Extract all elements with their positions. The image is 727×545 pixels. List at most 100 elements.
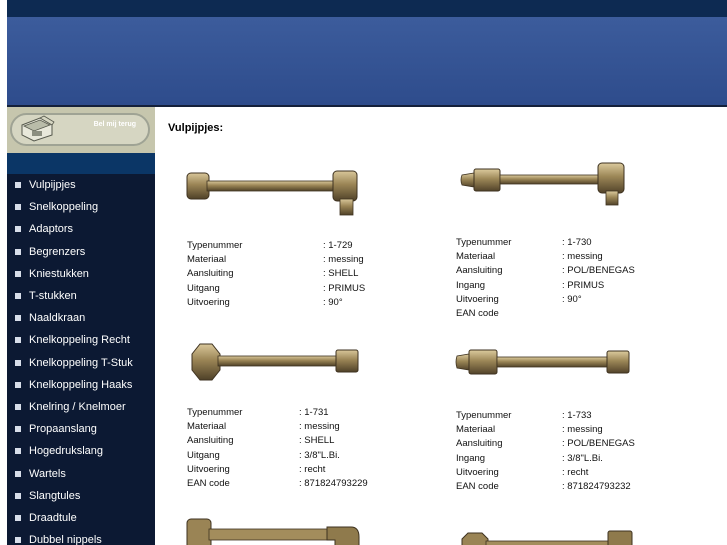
spec-row: Uitvoering: recht	[456, 466, 635, 480]
sidebar-item-naaldkraan[interactable]: Naaldkraan	[7, 307, 155, 329]
product-image-1-733[interactable]	[455, 344, 635, 380]
spec-row: Typenummer : 1-733	[456, 409, 635, 423]
spec-key: Ingang	[456, 279, 486, 291]
spec-value: : 1-731	[299, 407, 329, 418]
sidebar-item-label[interactable]: Knelring / Knelmoer	[29, 401, 126, 413]
product-specs-1-733: Typenummer : 1-733 Materiaal: messing Aan…	[456, 409, 635, 494]
spec-row: Materiaal: messing	[187, 253, 365, 267]
sidebar-item-label[interactable]: Knelkoppeling Recht	[29, 334, 130, 346]
product-image-next-left[interactable]	[185, 513, 365, 545]
spec-row: Typenummer: 1-730	[456, 236, 635, 250]
bullet-icon	[15, 470, 21, 477]
spec-key: Uitvoering	[456, 293, 499, 305]
sidebar-item-slangtules[interactable]: Slangtules	[7, 485, 155, 507]
main-content: Vulpijpjes: Typenummer: 1-729 Materiaal:…	[155, 107, 727, 545]
sidebar-item-label[interactable]: Vulpijpjes	[29, 179, 76, 191]
sidebar-item-label[interactable]: Kniestukken	[29, 268, 89, 280]
bullet-icon	[15, 270, 21, 277]
brass-fill-pipe-pol-straight-image	[455, 349, 630, 375]
header-banner	[7, 17, 727, 105]
sidebar-item-begrenzers[interactable]: Begrenzers	[7, 241, 155, 263]
sidebar-item-knelkoppeling-recht[interactable]: Knelkoppeling Recht	[7, 329, 155, 351]
spec-value: : 1-730	[562, 237, 592, 248]
bullet-icon	[15, 248, 21, 255]
spec-value: : 3/8"L.Bi.	[299, 449, 340, 461]
sidebar-item-label[interactable]: Draadtule	[29, 512, 77, 524]
sidebar-item-dubbel-nippels[interactable]: Dubbel nippels	[7, 529, 155, 545]
sidebar-item-draadtule[interactable]: Draadtule	[7, 507, 155, 529]
sidebar-item-propaanslang[interactable]: Propaanslang	[7, 418, 155, 440]
callback-pill[interactable]: Bel mij terug	[10, 113, 150, 146]
spec-row: Uitvoering: recht	[187, 463, 368, 477]
spec-row: Aansluiting: SHELL	[187, 267, 365, 281]
spec-key: Aansluiting	[187, 435, 234, 447]
brass-fill-pipe-elbow-image	[186, 170, 358, 216]
spec-row: EAN code	[456, 307, 635, 321]
spec-value: : 90°	[323, 296, 343, 308]
spec-value: : 871824793232	[562, 481, 631, 493]
sidebar-item-label[interactable]: Snelkoppeling	[29, 201, 98, 213]
spec-value: : 1-733	[562, 410, 592, 421]
sidebar-item-snelkoppeling[interactable]: Snelkoppeling	[7, 196, 155, 218]
product-image-1-729[interactable]	[185, 165, 365, 223]
spec-row: Ingang : PRIMUS	[456, 279, 635, 293]
sidebar-item-label[interactable]: Knelkoppeling T-Stuk	[29, 357, 133, 369]
sidebar: Bel mij terug Vulpijpjes Snelkoppeling A…	[7, 107, 155, 545]
spec-value: : PRIMUS	[562, 279, 605, 291]
product-specs-1-730: Typenummer: 1-730 Materiaal: messing Aan…	[456, 236, 635, 321]
sidebar-item-label[interactable]: Dubbel nippels	[29, 534, 102, 545]
callback-banner[interactable]: Bel mij terug	[7, 107, 155, 153]
sidebar-item-adaptors[interactable]: Adaptors	[7, 218, 155, 240]
spec-row: Uitvoering: 90°	[187, 296, 365, 310]
sidebar-item-label[interactable]: Naaldkraan	[29, 312, 85, 324]
spec-value: : 90°	[562, 293, 582, 305]
spec-key: Typenummer	[456, 410, 512, 421]
left-gutter	[0, 0, 7, 545]
sidebar-item-label[interactable]: Begrenzers	[29, 246, 85, 258]
sidebar-item-kniestukken[interactable]: Kniestukken	[7, 263, 155, 285]
bullet-icon	[15, 537, 21, 544]
sidebar-item-hogedrukslang[interactable]: Hogedrukslang	[7, 440, 155, 462]
spec-value: : messing	[323, 254, 364, 266]
sidebar-item-label[interactable]: Wartels	[29, 468, 66, 480]
sidebar-item-label[interactable]: Knelkoppeling Haaks	[29, 379, 132, 391]
sidebar-item-label[interactable]: Slangtules	[29, 490, 80, 502]
spec-key: Aansluiting	[456, 265, 503, 277]
product-specs-1-729: Typenummer: 1-729 Materiaal: messing Aan…	[187, 239, 365, 310]
spec-row: Uitvoering : 90°	[456, 293, 635, 307]
spec-value: : recht	[299, 463, 326, 475]
sidebar-item-knelring-knelmoer[interactable]: Knelring / Knelmoer	[7, 396, 155, 418]
spec-key: Aansluiting	[456, 438, 503, 450]
sidebar-item-vulpijpjes[interactable]: Vulpijpjes	[7, 174, 155, 196]
sidebar-item-label[interactable]: Hogedrukslang	[29, 445, 103, 457]
product-image-1-730[interactable]	[460, 159, 635, 215]
sidebar-item-t-stukken[interactable]: T-stukken	[7, 285, 155, 307]
sidebar-item-label[interactable]: T-stukken	[29, 290, 77, 302]
spec-row: Aansluiting : POL/BENEGAS	[456, 264, 635, 278]
sidebar-item-label[interactable]: Adaptors	[29, 223, 73, 235]
brass-fill-pipe-straight-image	[191, 343, 359, 381]
spec-row: Typenummer : 1-731	[187, 406, 368, 420]
spec-key: EAN code	[187, 478, 230, 490]
sidebar-item-knelkoppeling-haaks[interactable]: Knelkoppeling Haaks	[7, 374, 155, 396]
product-image-next-right[interactable]	[460, 525, 635, 545]
bullet-icon	[15, 293, 21, 300]
callback-label[interactable]: Bel mij terug	[94, 121, 136, 128]
bullet-icon	[15, 514, 21, 521]
sidebar-item-wartels[interactable]: Wartels	[7, 462, 155, 484]
spec-key: Ingang	[456, 452, 486, 464]
spec-row: Materiaal: messing	[456, 423, 635, 437]
spec-key: Typenummer	[187, 407, 243, 418]
spec-key: Materiaal	[456, 251, 496, 263]
product-image-1-731[interactable]	[190, 342, 365, 382]
bullet-icon	[15, 182, 21, 189]
spec-value: : POL/BENEGAS	[562, 265, 635, 277]
spec-key: Materiaal	[456, 424, 496, 436]
spec-key: Uitgang	[187, 282, 220, 294]
spec-row: Materiaal: messing	[187, 420, 368, 434]
spec-row: Typenummer: 1-729	[187, 239, 365, 253]
spec-key: EAN code	[456, 481, 499, 493]
spec-key: Aansluiting	[187, 268, 234, 280]
sidebar-item-label[interactable]: Propaanslang	[29, 423, 97, 435]
sidebar-item-knelkoppeling-t-stuk[interactable]: Knelkoppeling T-Stuk	[7, 352, 155, 374]
